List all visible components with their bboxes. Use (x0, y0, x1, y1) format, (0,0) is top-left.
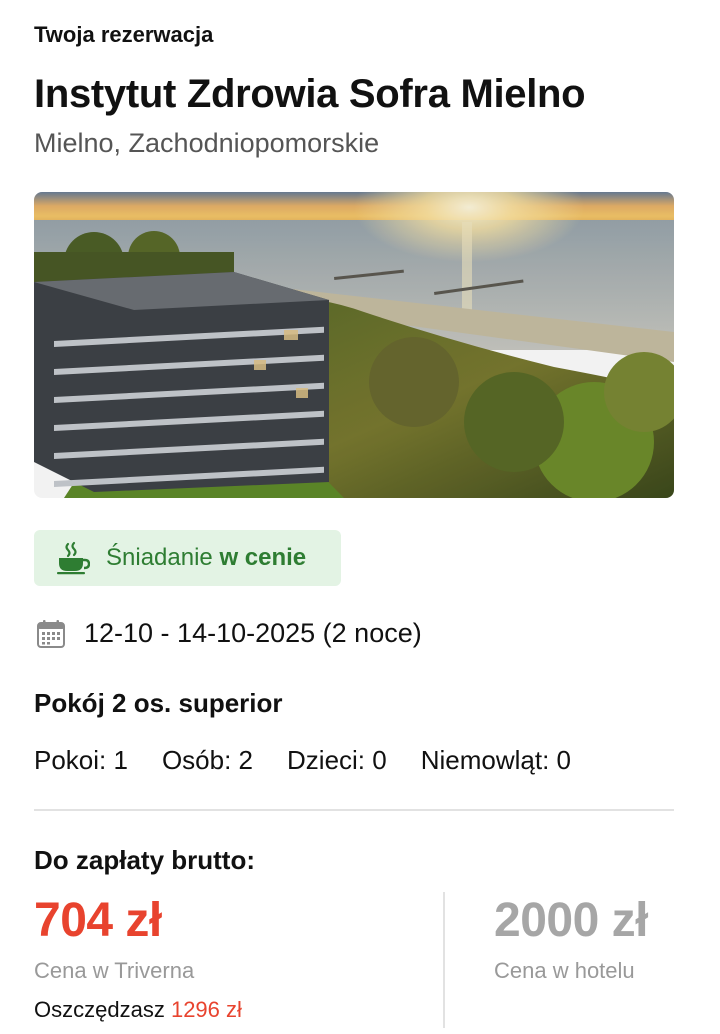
hotel-location: Mielno, Zachodniopomorskie (34, 128, 380, 158)
savings-text: Oszczędzasz 1296 zł (34, 997, 242, 1023)
breakfast-label-bold: w cenie (219, 544, 307, 571)
price-divider (443, 892, 445, 1028)
room-type: Pokój 2 os. superior (34, 688, 283, 718)
savings-prefix: Oszczędzasz (34, 997, 165, 1022)
hotel-price: 2000 zł (494, 894, 648, 947)
stay-dates-text: 12-10 - 14-10-2025 (2 noce) (84, 618, 422, 648)
section-eyebrow: Twoja rezerwacja (34, 22, 214, 47)
section-divider (34, 809, 674, 811)
savings-amount: 1296 zł (170, 997, 242, 1022)
payment-label: Do zapłaty brutto: (34, 845, 255, 875)
hotel-price-caption: Cena w hotelu (494, 958, 635, 983)
hotel-name: Instytut Zdrowia Sofra Mielno (34, 72, 586, 116)
hotel-photo (34, 192, 674, 498)
reservation-summary: Twoja rezerwacja Instytut Zdrowia Sofra … (0, 0, 720, 1034)
breakfast-label-regular: Śniadanie (106, 544, 213, 571)
children-count: Dzieci: 0 (287, 745, 387, 775)
rooms-count: Pokoi: 1 (34, 745, 128, 775)
our-price: 704 zł (34, 894, 162, 947)
coffee-cup-icon (57, 541, 90, 575)
breakfast-included-badge: Śniadanie w cenie (34, 530, 341, 586)
stay-dates: 12-10 - 14-10-2025 (2 noce) (34, 618, 422, 649)
calendar-icon (37, 619, 65, 648)
breakfast-label: Śniadanie w cenie (106, 544, 306, 572)
occupancy-summary: Pokoi: 1 Osób: 2 Dzieci: 0 Niemowląt: 0 (34, 745, 605, 776)
guests-count: Osób: 2 (161, 745, 254, 775)
our-price-caption: Cena w Triverna (34, 958, 195, 983)
infants-count: Niemowląt: 0 (420, 745, 571, 775)
